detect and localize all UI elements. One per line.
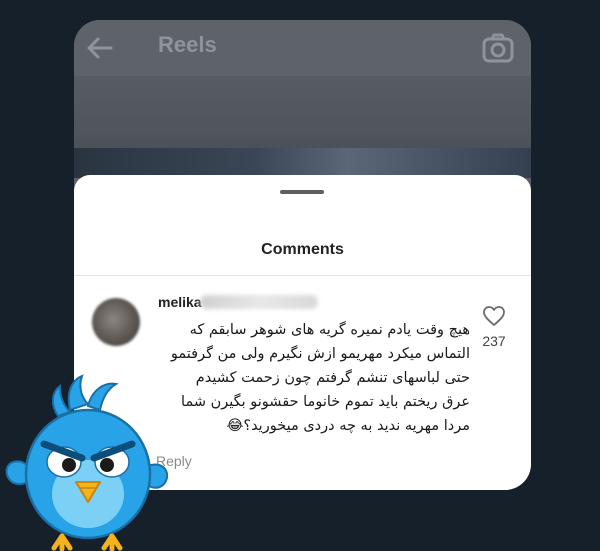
comment-line: هیچ وقت یادم نمیره گریه های شوهر سابقم ک… — [189, 322, 470, 338]
drag-handle[interactable] — [280, 190, 324, 194]
comment-line: مردا مهریه ندید به چه دردی میخورید؟😂 — [226, 418, 470, 434]
divider — [74, 275, 531, 276]
camera-icon[interactable] — [481, 31, 515, 65]
comment-line: عرق ریختم باید تموم خانوما حقشونو بگیرن … — [181, 394, 470, 410]
avatar[interactable] — [92, 298, 140, 346]
page-title: Reels — [158, 32, 217, 57]
comment-line: حتی لباسهای تنشم گرفتم چون زحمت کشیدم — [195, 370, 470, 386]
arrow-left-icon[interactable] — [84, 32, 116, 64]
like-count: 237 — [482, 333, 506, 349]
reels-header: Reels — [74, 20, 531, 76]
comment-line: التماس میکرد مهریمو ازش نگیرم ولی من گرف… — [170, 346, 470, 362]
heart-outline-icon[interactable] — [482, 305, 506, 327]
username-blur-mask — [200, 295, 318, 309]
comments-title: Comments — [261, 241, 344, 258]
comment-text: هیچ وقت یادم نمیره گریه های شوهر سابقم ک… — [152, 318, 470, 438]
reel-video-strip — [74, 148, 531, 178]
comment-username[interactable]: melika — [158, 294, 202, 310]
angry-bird-mascot-icon — [5, 374, 169, 551]
